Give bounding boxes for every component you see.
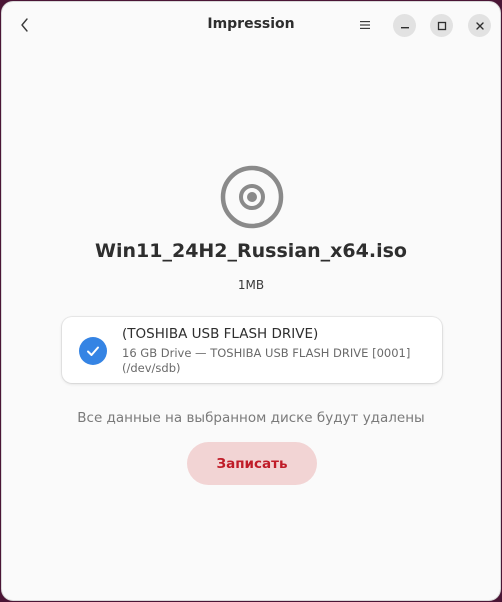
maximize-button[interactable]: [430, 14, 453, 37]
hamburger-menu-icon: [360, 21, 370, 29]
back-button[interactable]: [12, 12, 38, 38]
close-icon: [475, 21, 484, 30]
drive-option-toshiba[interactable]: (TOSHIBA USB FLASH DRIVE) 16 GB Drive — …: [62, 317, 442, 383]
app-window: Impression Win11_24H2_Russian_x64.iso 1M…: [1, 1, 501, 601]
iso-file-size: 1MB: [237, 278, 265, 292]
close-button[interactable]: [468, 14, 491, 37]
maximize-icon: [437, 21, 446, 30]
write-button[interactable]: Записать: [187, 442, 317, 485]
erase-warning-text: Все данные на выбранном диске будут удал…: [77, 410, 425, 426]
disc-icon: [220, 165, 284, 229]
header-bar: Impression: [2, 2, 500, 48]
minimize-icon: [400, 26, 409, 28]
iso-file-name: Win11_24H2_Russian_x64.iso: [95, 240, 407, 262]
window-title: Impression: [207, 16, 295, 32]
drive-description: 16 GB Drive — TOSHIBA USB FLASH DRIVE [0…: [122, 346, 411, 375]
main-menu-button[interactable]: [354, 14, 376, 36]
drive-name: (TOSHIBA USB FLASH DRIVE): [122, 326, 319, 342]
selected-check-icon: [79, 337, 107, 365]
minimize-button[interactable]: [393, 14, 416, 37]
chevron-left-icon: [21, 18, 28, 32]
